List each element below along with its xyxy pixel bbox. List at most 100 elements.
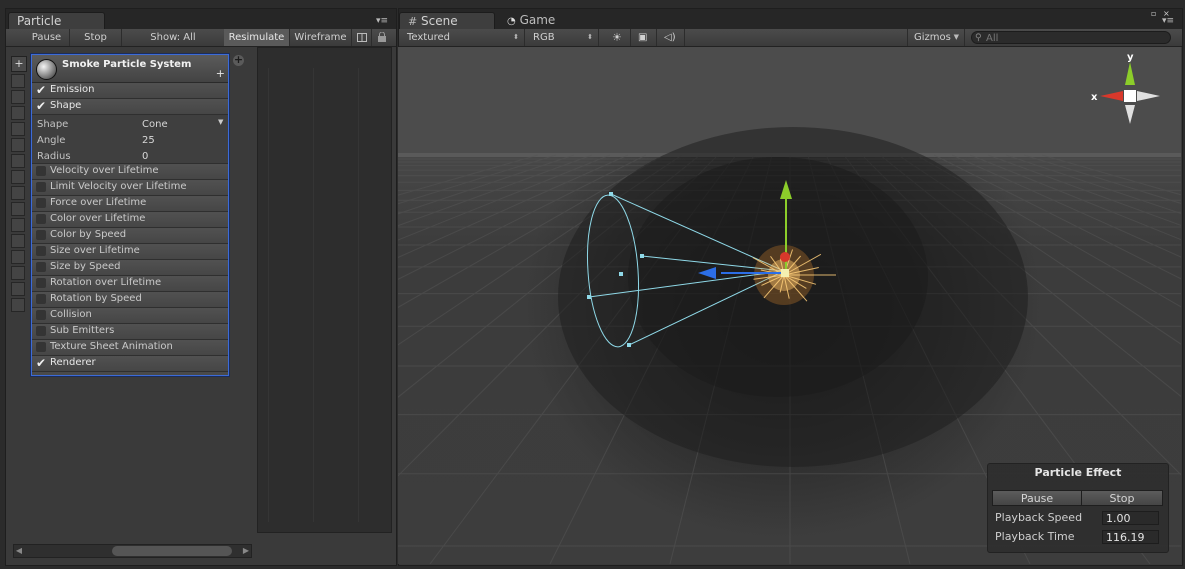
module-row[interactable]: Sub Emitters [32,324,228,340]
scroll-thumb[interactable] [112,546,232,556]
checkbox[interactable] [36,198,46,208]
add-system-icon[interactable]: + [11,56,27,72]
checkbox[interactable] [36,214,46,224]
view-layout-icon[interactable] [352,29,372,46]
module-row[interactable]: Rotation by Speed [32,292,228,308]
playback-time-label: Playback Time [995,530,1075,543]
checkbox[interactable] [36,294,46,304]
module-label: Shape [50,100,82,111]
strip-slot[interactable] [11,186,25,200]
playback-speed-field[interactable]: 1.00 [1102,511,1159,525]
chevron-down-icon: ▼ [953,33,959,41]
particle-effect-toolbar: Pause Stop Show: All Resimulate Wirefram… [6,29,396,47]
add-curve-icon[interactable]: + [233,54,244,66]
strip-slot[interactable] [11,122,25,136]
playback-time-field[interactable]: 116.19 [1102,530,1159,544]
strip-slot[interactable] [11,202,25,216]
radius-field[interactable]: 0 [142,151,148,162]
audio-toggle[interactable]: ◁) [657,29,685,46]
grid-line [398,154,593,227]
module-row[interactable]: Size by Speed [32,260,228,276]
module-row[interactable]: ✔ Emission [32,83,228,99]
strip-slot[interactable] [11,74,25,88]
checkbox[interactable] [36,278,46,288]
pause-button[interactable]: Pause [24,29,70,46]
channel-dropdown[interactable]: RGB ⬍ [527,29,599,46]
module-row[interactable]: Rotation over Lifetime [32,276,228,292]
strip-slot[interactable] [11,90,25,104]
gizmos-dropdown[interactable]: Gizmos ▼ [907,29,965,46]
panel-menu-icon[interactable]: ▾≡ [376,17,388,27]
module-row[interactable]: Color over Lifetime [32,212,228,228]
checkbox[interactable] [36,166,46,176]
overlay-title: Particle Effect [1034,466,1122,479]
shape-type-dropdown[interactable]: Cone [142,119,168,130]
angle-field[interactable]: 25 [142,135,155,146]
strip-slot[interactable] [11,170,25,184]
scene-tabbar: # Scene ◔ Game ▫ × ▾≡ [399,9,1182,29]
cone-handle [609,192,613,196]
scroll-right-icon[interactable]: ▶ [241,545,251,557]
checkbox[interactable] [36,246,46,256]
checkmark-icon[interactable]: ✔ [36,100,46,112]
strip-slot[interactable] [11,250,25,264]
tab-particle-effect[interactable]: Particle Effect [8,12,105,45]
lock-icon[interactable] [372,29,392,46]
pacman-icon: ◔ [507,16,516,27]
checkbox[interactable] [36,262,46,272]
search-icon: ⚲ [975,33,982,43]
resimulate-toggle[interactable]: Resimulate [224,29,290,46]
module-row[interactable]: Color by Speed [32,228,228,244]
strip-slot[interactable] [11,266,25,280]
gizmo-center-cube[interactable] [1124,90,1136,102]
module-row[interactable]: ✔ Renderer [32,356,228,372]
gizmos-label: Gizmos [914,32,951,43]
module-label: Rotation over Lifetime [50,277,162,288]
strip-slot[interactable] [11,298,25,312]
checkbox[interactable] [36,310,46,320]
wireframe-toggle[interactable]: Wireframe [290,29,352,46]
scene-menu-icon[interactable]: ▾≡ [1162,17,1174,27]
add-module-icon[interactable]: + [216,67,225,80]
scroll-left-icon[interactable]: ◀ [14,545,24,557]
lighting-toggle[interactable]: ☀ [605,29,631,46]
gizmo-y-label: y [1127,52,1134,63]
module-row[interactable]: Size over Lifetime [32,244,228,260]
module-row[interactable]: ✔ Shape [32,99,228,115]
overlay-stop-button[interactable]: Stop [1081,490,1163,506]
strip-slot[interactable] [11,234,25,248]
tab-scene[interactable]: # Scene [399,12,495,29]
maximize-icon[interactable]: ▫ [1151,9,1156,18]
checkmark-icon[interactable]: ✔ [36,357,46,369]
module-row[interactable]: Collision [32,308,228,324]
module-row[interactable]: Texture Sheet Animation [32,340,228,356]
checkmark-icon[interactable]: ✔ [36,84,46,96]
module-label: Limit Velocity over Lifetime [50,181,187,192]
strip-slot[interactable] [11,154,25,168]
speaker-icon: ◁) [664,32,676,43]
strip-slot[interactable] [11,218,25,232]
checkbox[interactable] [36,182,46,192]
search-input[interactable]: ⚲ All [971,31,1171,44]
grid-icon: # [408,15,418,28]
checkbox[interactable] [36,342,46,352]
module-row[interactable]: Force over Lifetime [32,196,228,212]
show-filter-dropdown[interactable]: Show: All [122,29,224,46]
curve-editor-area[interactable] [257,47,392,533]
strip-slot[interactable] [11,138,25,152]
particle-system-header[interactable]: Smoke Particle System + [32,55,228,83]
strip-slot[interactable] [11,282,25,296]
stop-button[interactable]: Stop [70,29,122,46]
module-label: Texture Sheet Animation [50,341,173,352]
tab-game[interactable]: ◔ Game [499,12,575,29]
columns-icon [356,33,367,42]
overlay-pause-button[interactable]: Pause [992,490,1082,506]
checkbox[interactable] [36,326,46,336]
checkbox[interactable] [36,230,46,240]
fx-toggle[interactable]: ▣ [631,29,657,46]
module-row[interactable]: Limit Velocity over Lifetime [32,180,228,196]
strip-slot[interactable] [11,106,25,120]
horizontal-scrollbar[interactable]: ◀ ▶ [13,544,252,558]
render-mode-dropdown[interactable]: Textured ⬍ [401,29,525,46]
module-row[interactable]: Velocity over Lifetime [32,164,228,180]
